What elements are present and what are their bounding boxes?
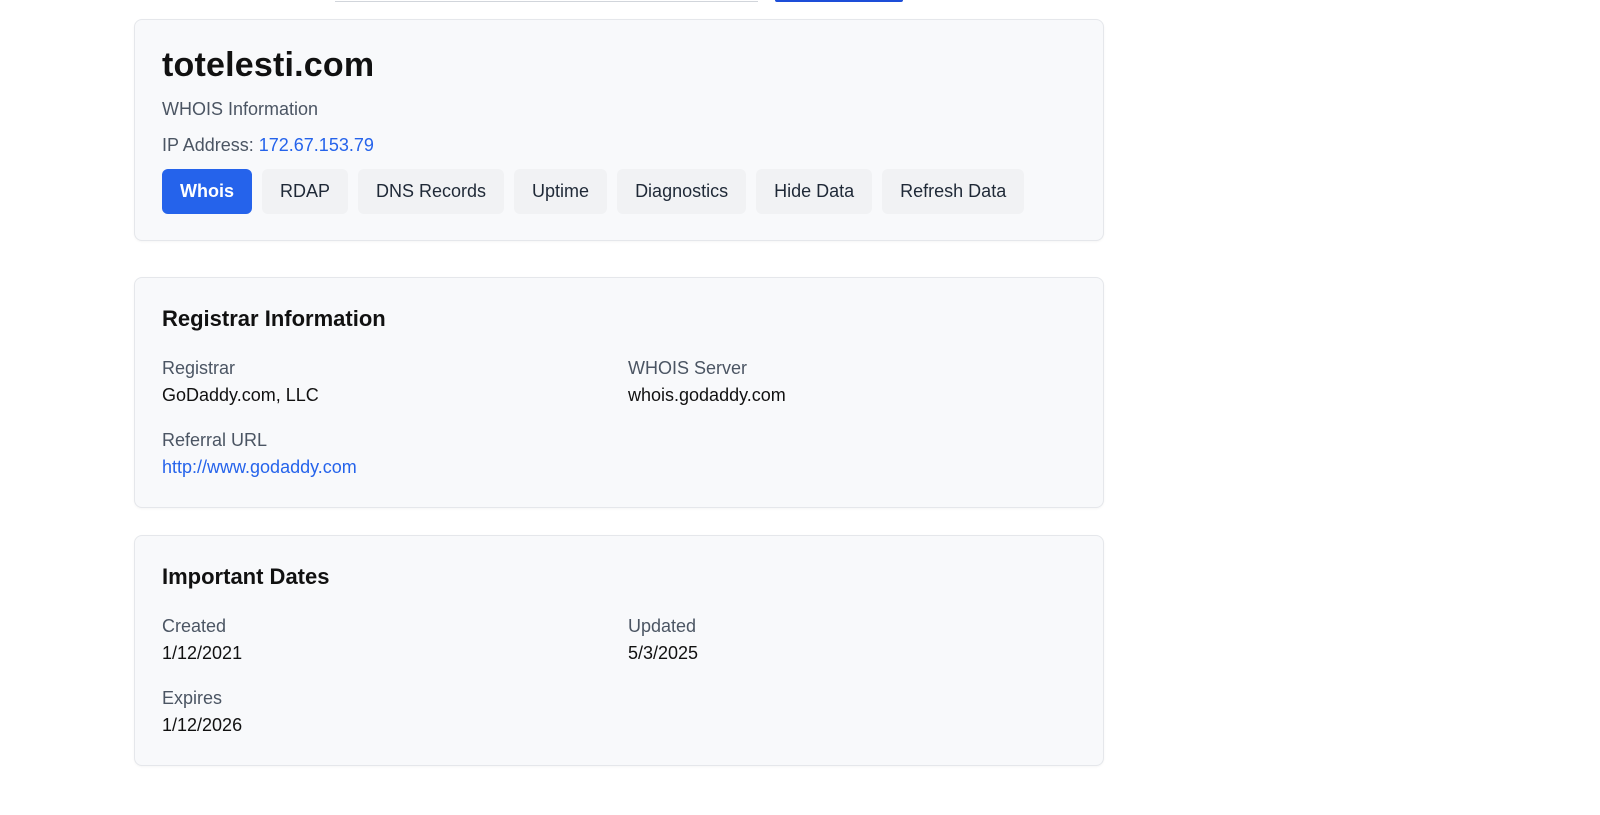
hide-data-button[interactable]: Hide Data [756, 169, 873, 214]
updated-field: Updated 5/3/2025 [628, 615, 698, 664]
referral-url-field: Referral URL http://www.godaddy.com [162, 429, 357, 478]
top-search-bar-partial [0, 0, 1600, 4]
tab-rdap[interactable]: RDAP [262, 169, 349, 214]
dates-section-title: Important Dates [162, 564, 330, 589]
page-subtitle: WHOIS Information [162, 99, 319, 119]
domain-header-card: totelesti.com WHOIS Information IP Addre… [134, 19, 1104, 241]
created-value: 1/12/2021 [162, 643, 243, 663]
tab-dns-records[interactable]: DNS Records [358, 169, 505, 214]
ip-address-link[interactable]: 172.67.153.79 [259, 135, 374, 155]
tab-uptime[interactable]: Uptime [514, 169, 608, 214]
search-button-edge[interactable] [775, 0, 903, 2]
registrar-field: Registrar GoDaddy.com, LLC [162, 357, 319, 406]
tab-bar: Whois RDAP DNS Records Uptime Diagnostic… [162, 169, 1025, 214]
search-input-edge[interactable] [335, 0, 758, 2]
page-title: totelesti.com [162, 46, 375, 84]
expires-label: Expires [162, 688, 223, 708]
tab-whois[interactable]: Whois [162, 169, 252, 214]
whois-server-label: WHOIS Server [628, 358, 748, 378]
referral-url-label: Referral URL [162, 430, 268, 450]
ip-address-label: IP Address: [162, 135, 254, 155]
updated-label: Updated [628, 616, 697, 636]
ip-address-line: IP Address: 172.67.153.79 [162, 135, 374, 156]
updated-value: 5/3/2025 [628, 643, 699, 663]
registrar-value: GoDaddy.com, LLC [162, 385, 319, 405]
expires-value: 1/12/2026 [162, 715, 243, 735]
important-dates-card: Important Dates Created 1/12/2021 Update… [134, 535, 1104, 766]
registrar-label: Registrar [162, 358, 236, 378]
created-label: Created [162, 616, 227, 636]
registrar-info-card: Registrar Information Registrar GoDaddy.… [134, 277, 1104, 508]
refresh-data-button[interactable]: Refresh Data [882, 169, 1025, 214]
referral-url-link[interactable]: http://www.godaddy.com [162, 456, 357, 478]
tab-diagnostics[interactable]: Diagnostics [617, 169, 747, 214]
whois-server-value: whois.godaddy.com [628, 385, 786, 405]
whois-server-field: WHOIS Server whois.godaddy.com [628, 357, 786, 406]
expires-field: Expires 1/12/2026 [162, 687, 242, 736]
created-field: Created 1/12/2021 [162, 615, 242, 664]
registrar-section-title: Registrar Information [162, 306, 386, 331]
